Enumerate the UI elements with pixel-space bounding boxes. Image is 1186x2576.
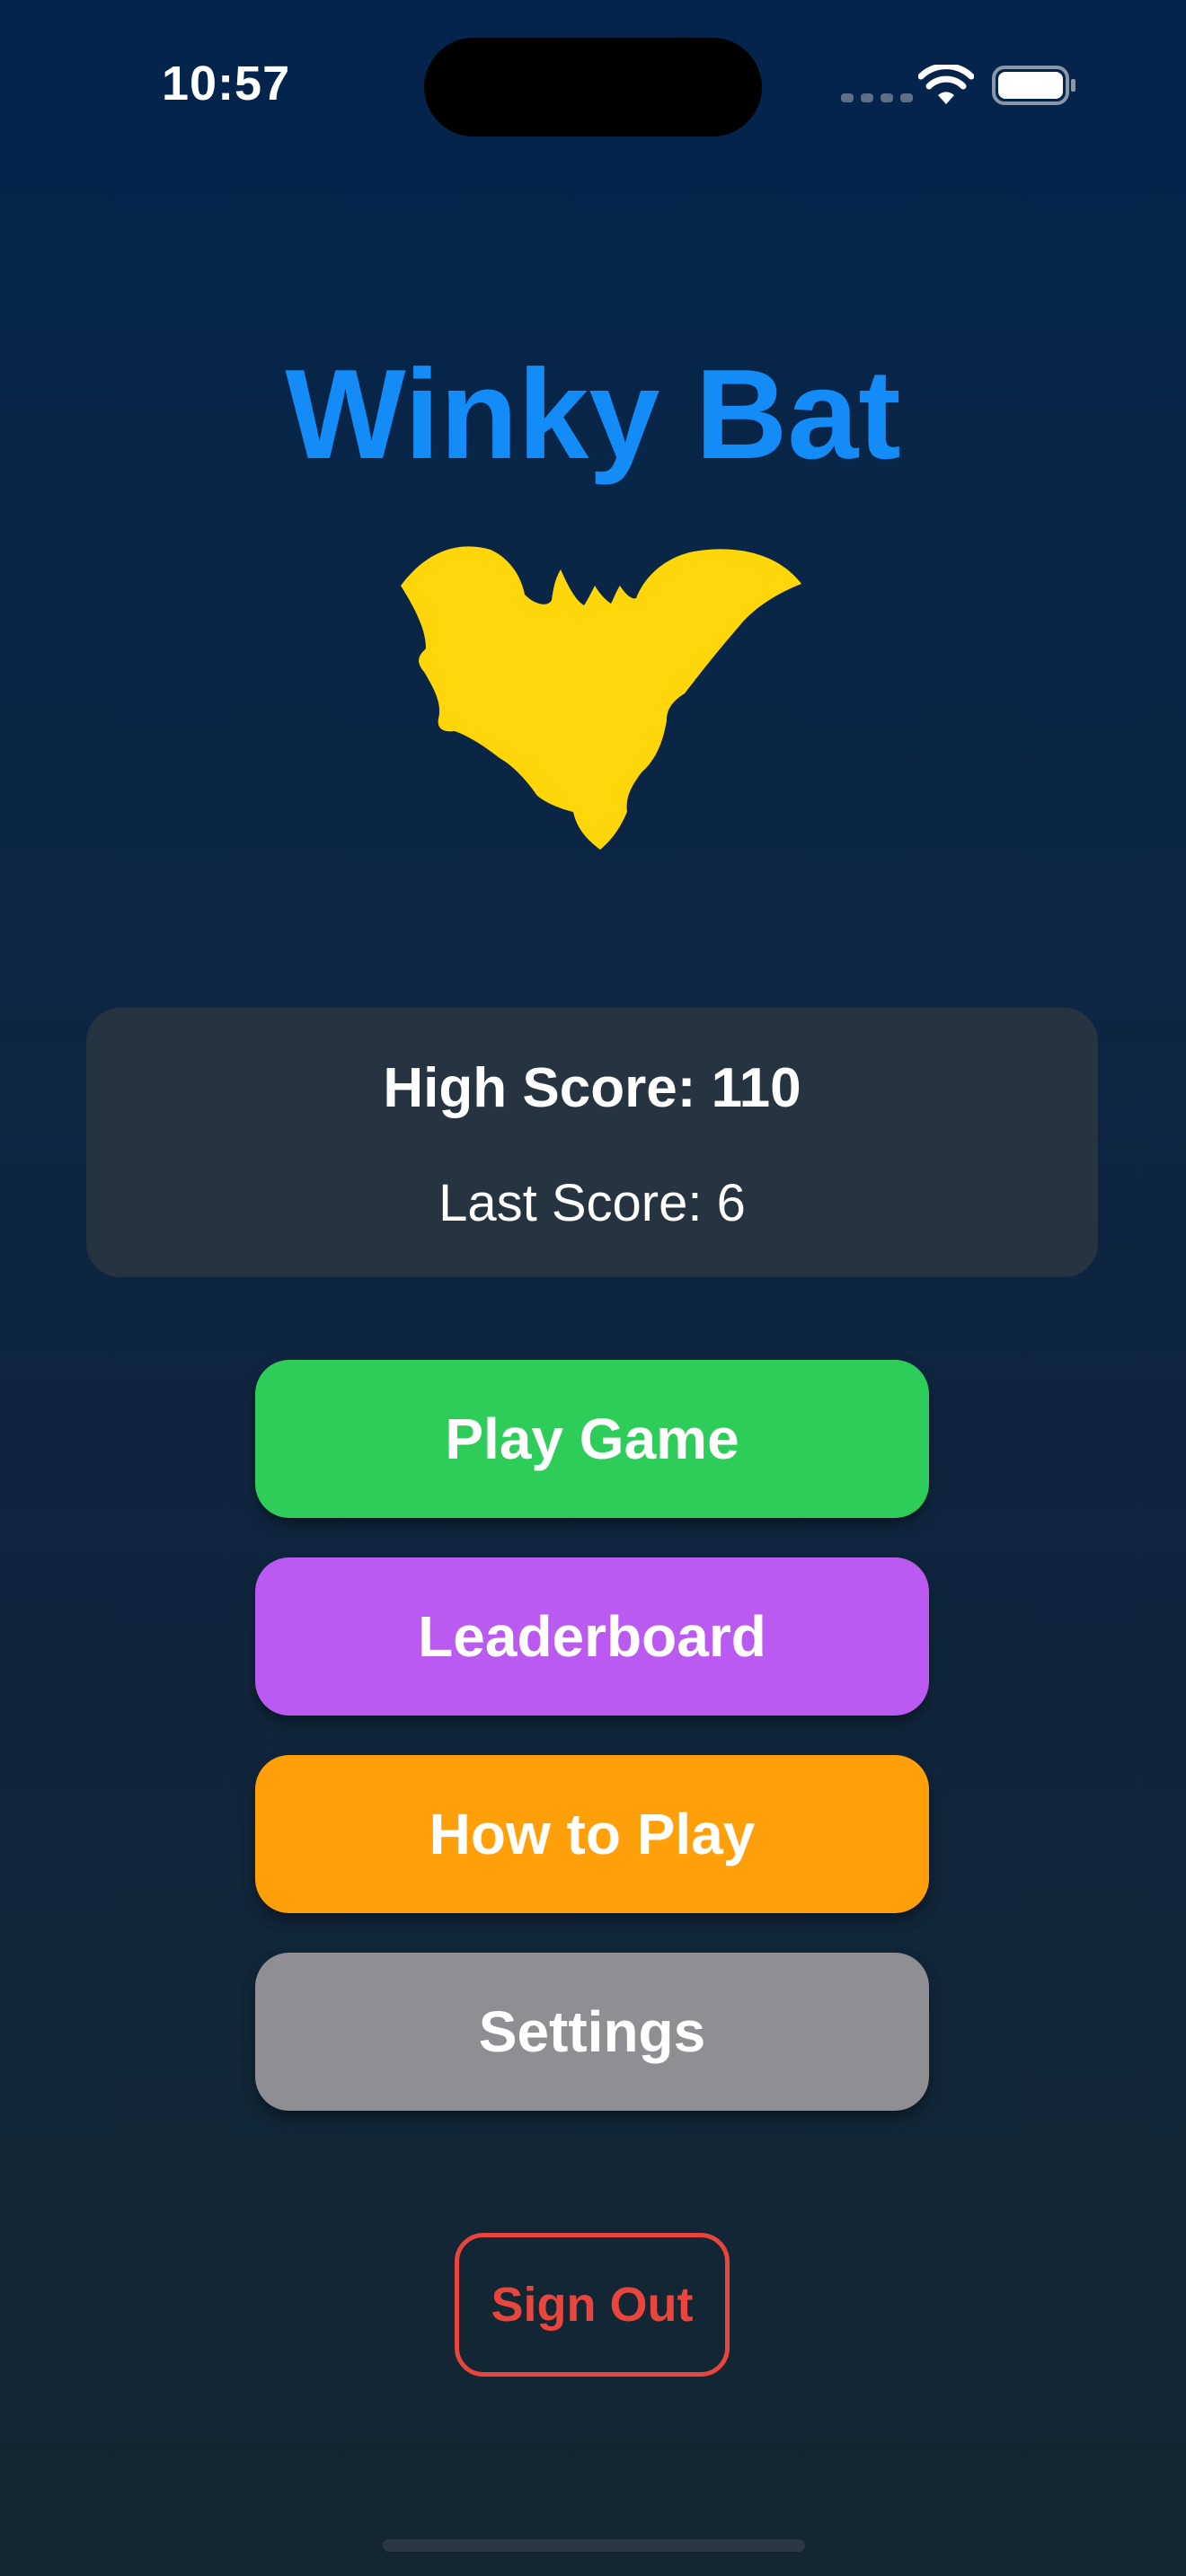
app-title: Winky Bat <box>285 343 901 486</box>
home-indicator[interactable] <box>383 2539 805 2552</box>
settings-button[interactable]: Settings <box>255 1953 929 2111</box>
high-score-label: High Score: 110 <box>383 1057 801 1119</box>
leaderboard-button[interactable]: Leaderboard <box>255 1557 929 1716</box>
score-card: High Score: 110 Last Score: 6 <box>86 1008 1098 1277</box>
play-game-button[interactable]: Play Game <box>255 1360 929 1518</box>
status-time: 10:57 <box>162 57 291 110</box>
wifi-icon <box>918 65 974 104</box>
main-menu-screen: 10:57 Winky Bat High Score: 110 Last Sco… <box>0 0 1186 2576</box>
signal-dots-icon <box>841 93 913 102</box>
sign-out-button[interactable]: Sign Out <box>455 2233 730 2377</box>
battery-icon <box>992 66 1075 105</box>
bat-icon <box>401 546 801 850</box>
how-to-play-button[interactable]: How to Play <box>255 1755 929 1913</box>
last-score-label: Last Score: 6 <box>438 1174 746 1232</box>
dynamic-island <box>424 38 762 137</box>
